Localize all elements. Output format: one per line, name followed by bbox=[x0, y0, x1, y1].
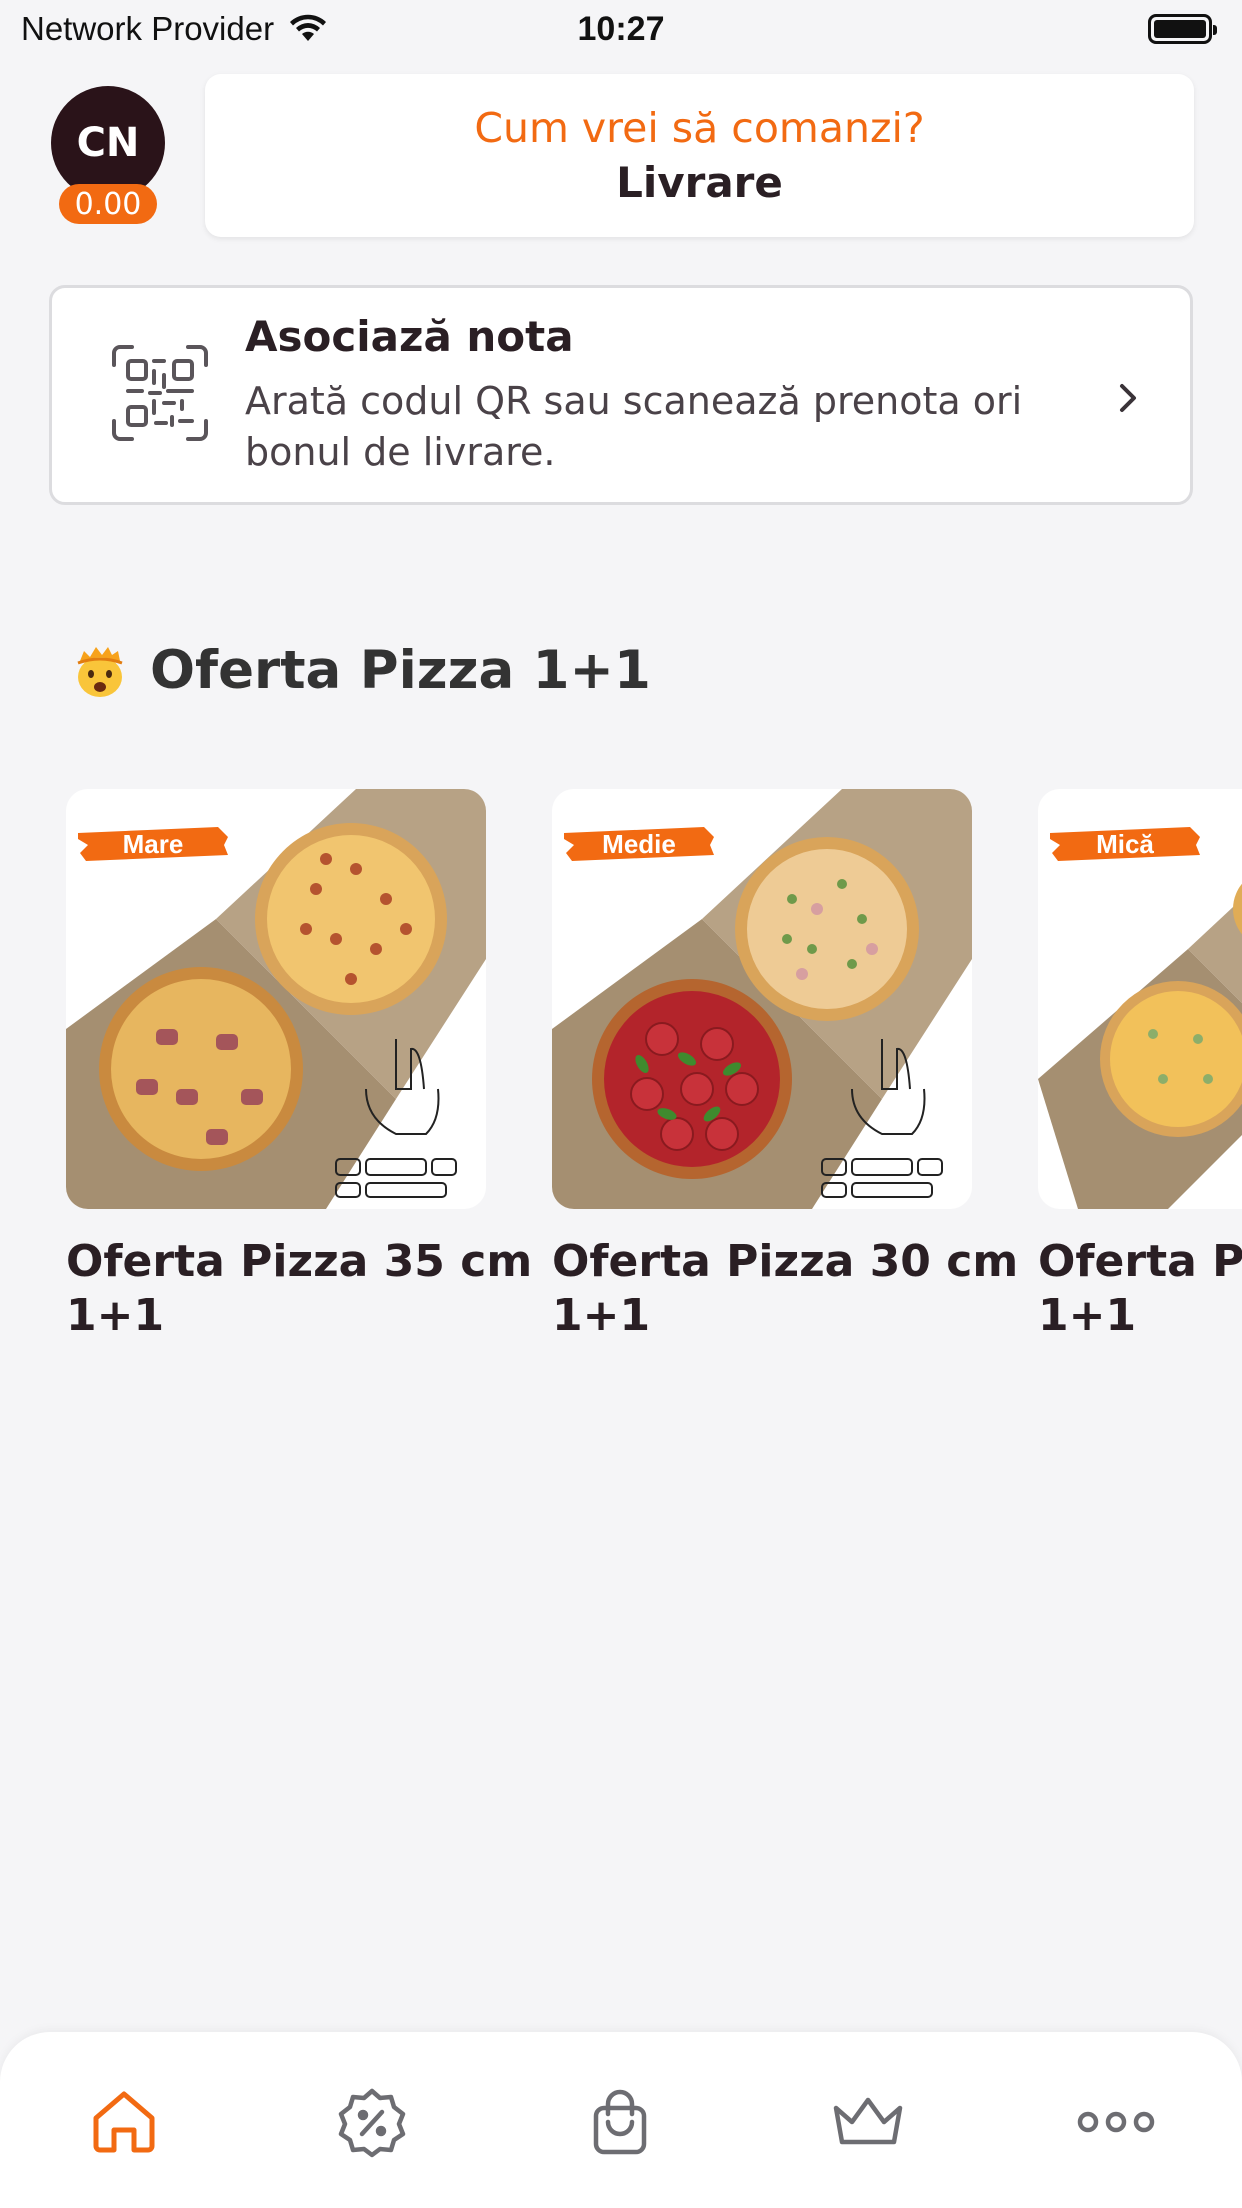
points-badge: 0.00 bbox=[59, 184, 157, 224]
offer-title: Oferta Pizza 25 cm 1+1 bbox=[1038, 1235, 1242, 1343]
offer-title: Oferta Pizza 35 cm 1+1 bbox=[66, 1235, 533, 1343]
tab-home[interactable] bbox=[74, 2072, 174, 2172]
size-tag: Mică bbox=[1096, 829, 1154, 859]
status-bar: Network Provider 10:27 bbox=[0, 0, 1242, 62]
offer-image[interactable]: Mare bbox=[66, 789, 486, 1209]
more-icon[interactable] bbox=[1076, 2102, 1156, 2142]
order-mode-selector[interactable]: Cum vrei să comanzi? Livrare bbox=[205, 74, 1194, 237]
tab-bar bbox=[0, 2032, 1242, 2208]
section-header: Oferta Pizza 1+1 bbox=[70, 640, 651, 701]
order-mode-value: Livrare bbox=[616, 158, 783, 207]
qr-code-icon bbox=[112, 345, 208, 441]
associate-bill-title: Asociază nota bbox=[245, 312, 574, 361]
home-icon[interactable] bbox=[88, 2086, 160, 2158]
tab-loyalty[interactable] bbox=[818, 2072, 918, 2172]
exploding-head-emoji-icon bbox=[77, 646, 123, 697]
crown-icon[interactable] bbox=[830, 2086, 906, 2158]
offers-carousel[interactable]: Mare Oferta Pizza 35 cm 1+1 Medie Oferta… bbox=[0, 789, 1242, 1349]
offer-title-line1: Oferta Pizza 35 cm bbox=[66, 1236, 533, 1287]
associate-bill-card[interactable]: Asociază nota Arată codul QR sau scaneaz… bbox=[49, 285, 1193, 505]
tab-more[interactable] bbox=[1066, 2072, 1166, 2172]
shopping-bag-icon[interactable] bbox=[584, 2086, 656, 2158]
offer-card[interactable]: Medie Oferta Pizza 30 cm 1+1 bbox=[552, 789, 1019, 1343]
battery-icon bbox=[1148, 14, 1217, 44]
associate-bill-description: Arată codul QR sau scanează prenota ori … bbox=[245, 379, 1023, 474]
profile[interactable]: CN 0.00 bbox=[51, 86, 165, 228]
section-title: Oferta Pizza 1+1 bbox=[150, 640, 651, 701]
offer-card[interactable]: Mică Oferta Pizza 25 cm 1+1 bbox=[1038, 789, 1242, 1343]
offer-title-line1: Oferta Pizza 30 cm bbox=[552, 1236, 1019, 1287]
offer-image[interactable]: Medie bbox=[552, 789, 972, 1209]
avatar[interactable]: CN bbox=[51, 86, 165, 200]
order-mode-question: Cum vrei să comanzi? bbox=[474, 104, 925, 152]
discount-icon[interactable] bbox=[336, 2086, 408, 2158]
size-tag: Medie bbox=[602, 829, 676, 859]
size-tag: Mare bbox=[122, 829, 184, 859]
offer-title-line2: 1+1 bbox=[552, 1290, 651, 1341]
offer-title-line2: 1+1 bbox=[1038, 1290, 1137, 1341]
offer-title: Oferta Pizza 30 cm 1+1 bbox=[552, 1235, 1019, 1343]
tab-offers[interactable] bbox=[322, 2072, 422, 2172]
chevron-right-icon bbox=[1120, 384, 1136, 412]
status-time: 10:27 bbox=[577, 10, 665, 48]
offer-title-line1: Oferta Pizza 25 cm bbox=[1038, 1236, 1242, 1287]
offer-card[interactable]: Mare Oferta Pizza 35 cm 1+1 bbox=[66, 789, 533, 1343]
offer-image[interactable]: Mică bbox=[1038, 789, 1242, 1209]
tab-cart[interactable] bbox=[570, 2072, 670, 2172]
offer-title-line2: 1+1 bbox=[66, 1290, 165, 1341]
